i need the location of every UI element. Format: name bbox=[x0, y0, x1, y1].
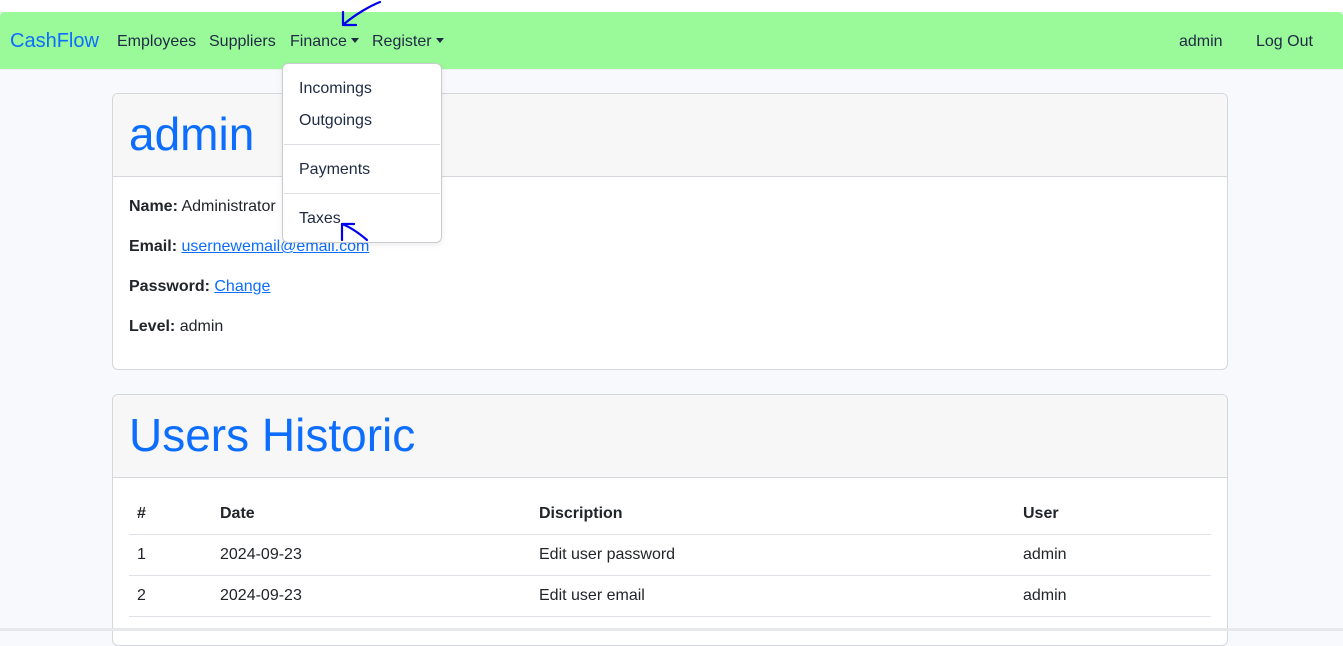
column-header: Date bbox=[212, 494, 531, 535]
email-label: Email: bbox=[129, 238, 178, 255]
menu-divider bbox=[284, 144, 440, 145]
profile-card: admin Name: Administrator Email: usernew… bbox=[112, 93, 1228, 370]
table-cell: 1 bbox=[129, 534, 212, 576]
nav-user[interactable]: admin bbox=[1179, 32, 1223, 52]
history-card-header: Users Historic bbox=[113, 395, 1227, 478]
menu-item-incomings[interactable]: Incomings bbox=[299, 79, 372, 99]
profile-name-row: Name: Administrator bbox=[129, 197, 276, 217]
table-cell: 2 bbox=[129, 575, 212, 617]
history-card: Users Historic # Date Discription User 1… bbox=[112, 394, 1228, 646]
chevron-down-icon bbox=[435, 38, 444, 43]
change-password-link[interactable]: Change bbox=[214, 278, 270, 295]
column-header: Discription bbox=[531, 494, 1015, 535]
window-top-strip bbox=[0, 0, 1343, 12]
nav-register-dropdown[interactable]: Register bbox=[372, 32, 444, 52]
table-cell: admin bbox=[1015, 534, 1211, 576]
table-cell: Edit user email bbox=[531, 575, 1015, 617]
nav-register-label: Register bbox=[372, 33, 432, 50]
nav-finance-dropdown[interactable]: Finance bbox=[290, 32, 359, 52]
profile-password-row: Password: Change bbox=[129, 277, 270, 297]
profile-level-row: Level: admin bbox=[129, 317, 223, 337]
nav-employees[interactable]: Employees bbox=[117, 32, 196, 52]
table-header-row: # Date Discription User bbox=[129, 494, 1211, 535]
password-label: Password: bbox=[129, 278, 210, 295]
chevron-down-icon bbox=[350, 38, 359, 43]
profile-card-header: admin bbox=[113, 94, 1227, 177]
nav-finance-label: Finance bbox=[290, 33, 347, 50]
brand-logo[interactable]: CashFlow bbox=[10, 29, 99, 53]
menu-item-outgoings[interactable]: Outgoings bbox=[299, 111, 372, 131]
level-label: Level: bbox=[129, 318, 176, 335]
nav-suppliers[interactable]: Suppliers bbox=[209, 32, 276, 52]
table-cell: 2024-09-23 bbox=[212, 534, 531, 576]
menu-item-taxes[interactable]: Taxes bbox=[299, 209, 341, 229]
page-title: admin bbox=[129, 108, 255, 160]
logout-link[interactable]: Log Out bbox=[1256, 32, 1313, 52]
table-cell: admin bbox=[1015, 575, 1211, 617]
name-label: Name: bbox=[129, 198, 178, 215]
finance-dropdown-menu: Incomings Outgoings Payments Taxes bbox=[282, 63, 442, 243]
table-row: 2 2024-09-23 Edit user email admin bbox=[129, 575, 1211, 617]
history-table: # Date Discription User 1 2024-09-23 Edi… bbox=[129, 494, 1211, 617]
history-title: Users Historic bbox=[129, 409, 416, 461]
table-row: 1 2024-09-23 Edit user password admin bbox=[129, 534, 1211, 576]
menu-item-payments[interactable]: Payments bbox=[299, 160, 370, 180]
column-header: # bbox=[129, 494, 212, 535]
table-cell: 2024-09-23 bbox=[212, 575, 531, 617]
name-value: Administrator bbox=[181, 198, 276, 215]
menu-divider bbox=[284, 193, 440, 194]
top-navbar: CashFlow Employees Suppliers Finance Reg… bbox=[0, 12, 1343, 69]
column-header: User bbox=[1015, 494, 1211, 535]
level-value: admin bbox=[179, 318, 224, 335]
table-cell: Edit user password bbox=[531, 534, 1015, 576]
